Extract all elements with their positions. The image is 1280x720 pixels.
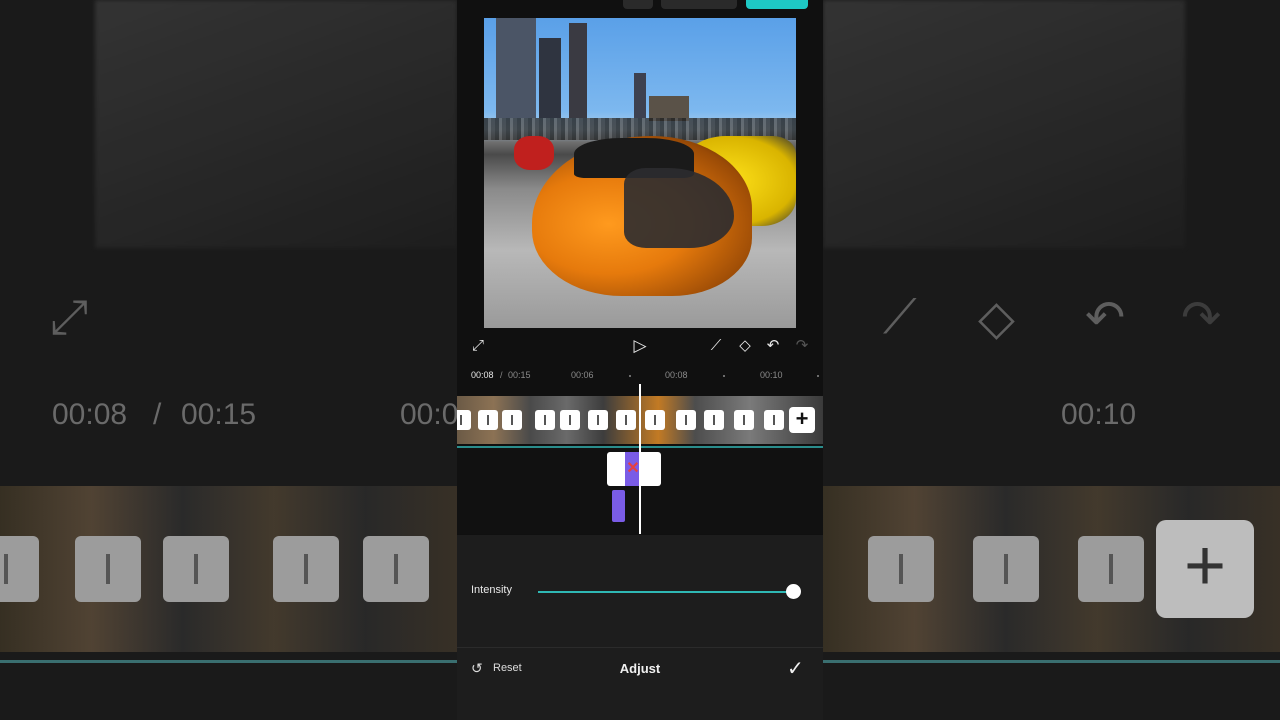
backdrop-track-line [823, 660, 1280, 663]
adjust-effect-clip[interactable]: ✕ [607, 452, 661, 486]
backdrop-left: ⤢ 00:08 / 00:15 00:0 [0, 0, 457, 720]
preview-building [496, 18, 536, 118]
backdrop-clip-tile [273, 536, 339, 602]
backdrop-time-separator: / [153, 398, 162, 431]
intensity-label: Intensity [471, 584, 512, 596]
play-icon[interactable]: ▷ [631, 336, 649, 356]
keyframe-icon[interactable]: ◇ [736, 336, 754, 356]
preview-red-car [514, 136, 554, 170]
transition-button[interactable] [764, 410, 784, 430]
backdrop-current-time: 00:08 [52, 398, 128, 431]
backdrop-clip-tile [1078, 536, 1144, 602]
playback-controls: ⤢ ▷ ⟋ ◇ ↶ ↷ [457, 336, 823, 358]
undo-icon: ↶ [1085, 292, 1126, 345]
panel-title: Adjust [619, 661, 661, 676]
transition-button[interactable] [704, 410, 724, 430]
redo-icon[interactable]: ↷ [793, 336, 811, 356]
checkmark-icon[interactable]: ✓ [787, 656, 804, 681]
transition-button[interactable] [645, 410, 665, 430]
transition-button[interactable] [676, 410, 696, 430]
ruler-mark: 00:08 [665, 370, 688, 380]
preview-building [634, 73, 646, 118]
editor-window: ⤢ ▷ ⟋ ◇ ↶ ↷ 00:08 / 00:15 00:06 00:08 00… [457, 0, 823, 720]
fullscreen-icon[interactable]: ⤢ [469, 336, 487, 356]
fullscreen-icon: ⤢ [50, 291, 89, 344]
transition-button[interactable] [535, 410, 555, 430]
backdrop-clip-tile [75, 536, 141, 602]
effect-clip[interactable] [612, 490, 625, 522]
top-bar [457, 0, 823, 12]
ruler-mark: 00:10 [760, 370, 783, 380]
ruler-dot [723, 375, 725, 377]
transition-button[interactable] [457, 410, 471, 430]
backdrop-photo [823, 0, 1185, 248]
preview-building [539, 38, 561, 118]
backdrop-photo [95, 0, 457, 248]
time-separator: / [500, 370, 503, 380]
transition-button[interactable] [478, 410, 498, 430]
preview-building [569, 23, 587, 118]
keyframe-curve-icon: ⟋ [883, 291, 917, 344]
keyframe-icon: ◇ [978, 292, 1015, 345]
ruler-dot [817, 375, 819, 377]
backdrop-right: ⟋ ◇ ↶ ↷ 00:10 + [823, 0, 1280, 720]
backdrop-clip-tile [868, 536, 934, 602]
backdrop-add-clip: + [1156, 520, 1254, 618]
transition-button[interactable] [616, 410, 636, 430]
backdrop-clip-tile [363, 536, 429, 602]
ruler-dot [629, 375, 631, 377]
transition-button[interactable] [502, 410, 522, 430]
adjust-panel: Intensity ↺ Reset Adjust ✓ [457, 535, 823, 720]
redo-icon: ↷ [1181, 292, 1222, 345]
backdrop-time-mark: 00:10 [1061, 398, 1137, 431]
video-preview[interactable] [484, 18, 796, 328]
intensity-slider-track[interactable] [538, 591, 793, 593]
intensity-slider-knob[interactable] [786, 584, 801, 599]
resolution-button[interactable] [661, 0, 737, 9]
backdrop-clip-tile [0, 536, 39, 602]
top-button[interactable] [623, 0, 653, 9]
current-time: 00:08 [471, 370, 494, 380]
backdrop-clip-tile [163, 536, 229, 602]
transition-button[interactable] [588, 410, 608, 430]
playhead[interactable] [639, 384, 641, 534]
keyframe-curve-icon[interactable]: ⟋ [707, 336, 725, 356]
total-time: 00:15 [508, 370, 531, 380]
backdrop-total-time: 00:15 [181, 398, 257, 431]
transition-button[interactable] [560, 410, 580, 430]
backdrop-clip-tile [973, 536, 1039, 602]
backdrop-clip-time: 00:0 [400, 398, 457, 431]
undo-icon[interactable]: ↶ [764, 336, 782, 356]
transition-button[interactable] [734, 410, 754, 430]
export-button[interactable] [746, 0, 808, 9]
ruler-mark: 00:06 [571, 370, 594, 380]
add-clip-button[interactable]: + [789, 407, 815, 433]
panel-divider [457, 647, 823, 648]
backdrop-track-line [0, 660, 457, 663]
